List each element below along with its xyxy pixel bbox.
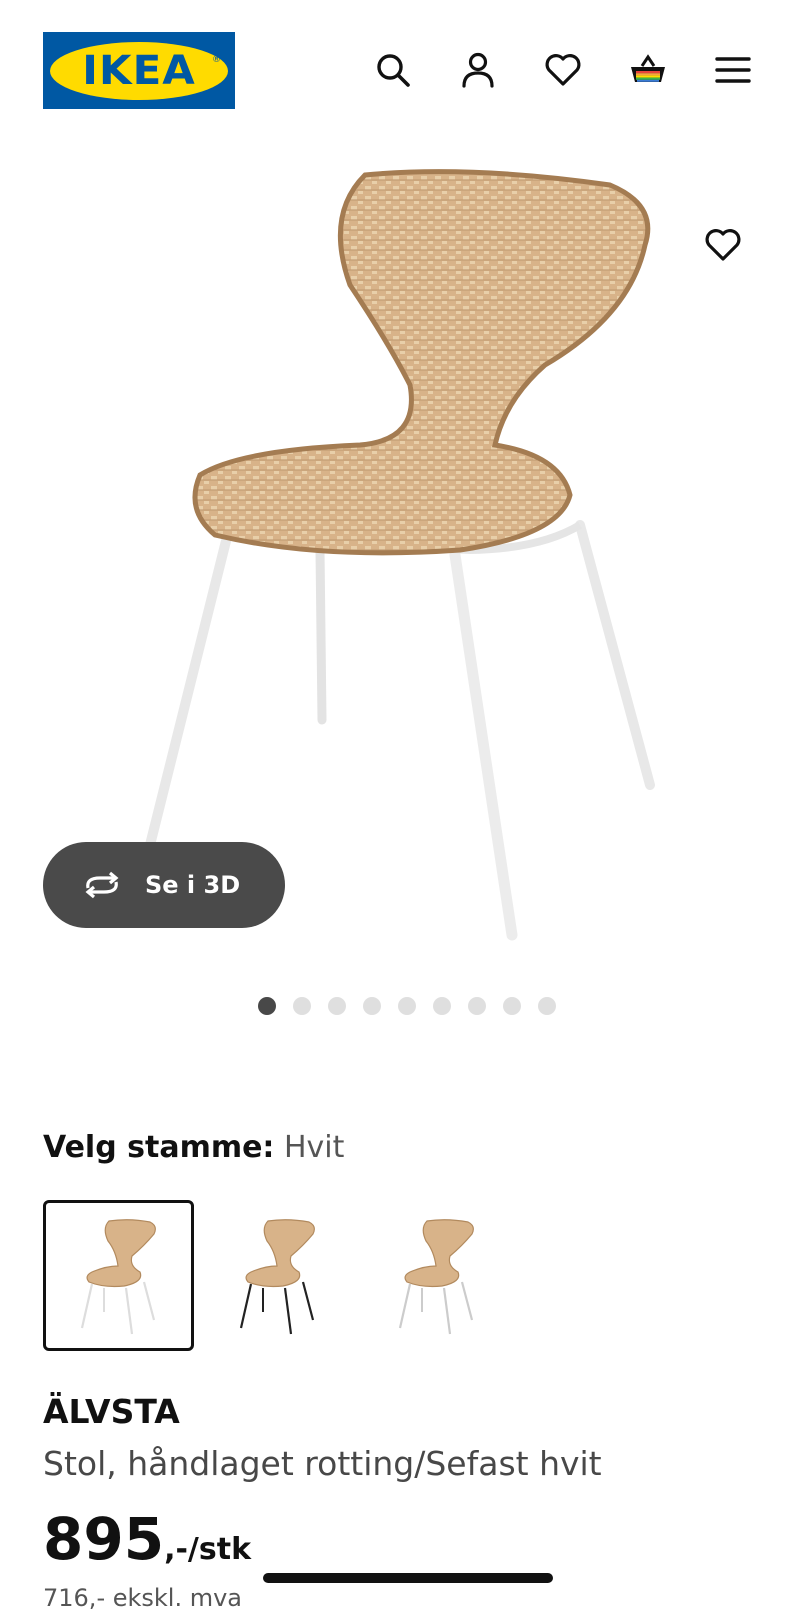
gallery-dot[interactable] — [468, 997, 486, 1015]
logo-ellipse: IKEA — [50, 41, 228, 100]
view-in-3d-label: Se i 3D — [145, 871, 241, 899]
gallery-dot[interactable] — [363, 997, 381, 1015]
product-name: ÄLVSTA — [43, 1392, 180, 1431]
variant-swatch-black[interactable] — [202, 1200, 353, 1351]
variant-label-value: Hvit — [283, 1130, 345, 1165]
gallery-dot[interactable] — [503, 997, 521, 1015]
gallery-dot[interactable] — [538, 997, 556, 1015]
heart-icon — [705, 229, 741, 261]
chair-thumbnail — [80, 1218, 156, 1334]
gallery-dot[interactable] — [398, 997, 416, 1015]
basket-icon — [631, 54, 665, 82]
view-in-3d-button[interactable]: Se i 3D — [43, 842, 285, 928]
variant-label-title: Velg stamme: — [43, 1130, 275, 1165]
gallery-dot[interactable] — [293, 997, 311, 1015]
account-button[interactable] — [456, 48, 500, 92]
heart-icon — [545, 54, 581, 86]
price-amount: 895 — [43, 1505, 165, 1573]
home-indicator[interactable] — [263, 1573, 553, 1583]
account-icon — [462, 52, 494, 88]
gallery-dot[interactable] — [328, 997, 346, 1015]
variant-swatch-white-alt[interactable] — [361, 1200, 512, 1351]
search-icon — [377, 54, 410, 87]
menu-icon — [715, 57, 751, 83]
variant-label: Velg stamme: Hvit — [43, 1130, 344, 1165]
basket-button[interactable] — [626, 48, 670, 92]
add-to-favourites-button[interactable] — [700, 222, 746, 268]
chair-thumbnail — [398, 1218, 474, 1334]
variant-swatch-white[interactable] — [43, 1200, 194, 1351]
price-excl-vat: 716,- ekskl. mva — [43, 1584, 243, 1612]
gallery-pagination — [258, 997, 556, 1015]
search-button[interactable] — [371, 48, 415, 92]
gallery-dot[interactable] — [433, 997, 451, 1015]
site-header: IKEA ® — [0, 0, 812, 140]
favourites-button[interactable] — [541, 48, 585, 92]
rotate-3d-icon — [85, 871, 119, 899]
variant-swatches — [43, 1200, 512, 1351]
chair-thumbnail — [239, 1218, 315, 1334]
price-suffix: ,-/stk — [164, 1532, 252, 1567]
product-description: Stol, håndlaget rotting/Sefast hvit — [43, 1444, 602, 1483]
logo-text: IKEA — [82, 47, 196, 94]
menu-button[interactable] — [711, 48, 755, 92]
product-price: 895,-/stk — [43, 1505, 251, 1573]
registered-mark: ® — [212, 55, 221, 65]
gallery-dot[interactable] — [258, 997, 276, 1015]
ikea-logo[interactable]: IKEA ® — [43, 32, 235, 109]
